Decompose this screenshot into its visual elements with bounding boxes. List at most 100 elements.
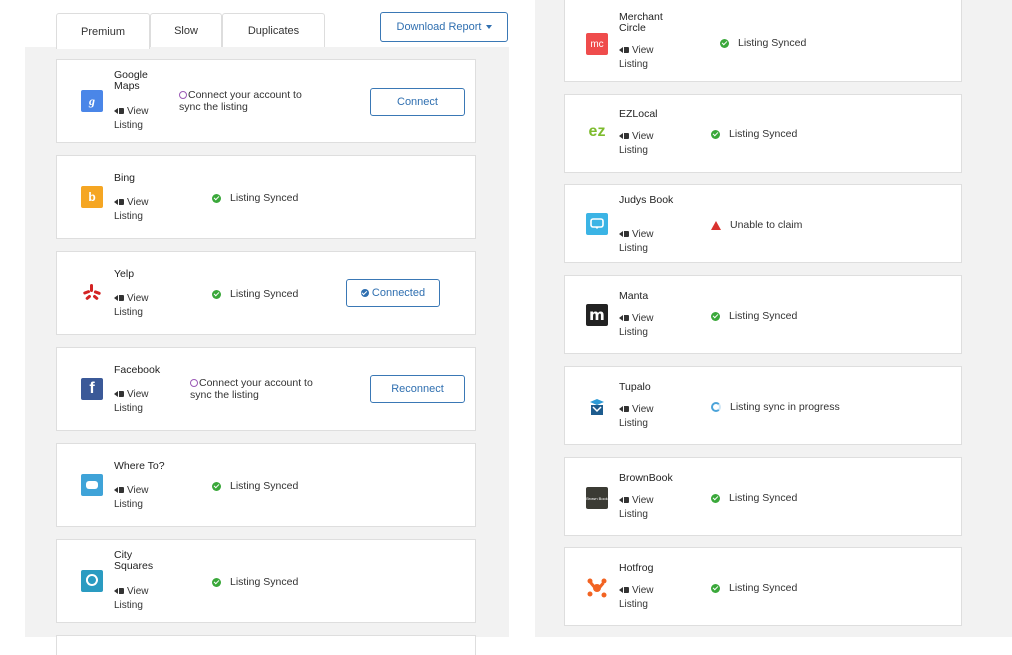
view-listing-link[interactable]: View Listing bbox=[619, 584, 669, 612]
check-circle-icon bbox=[212, 577, 221, 587]
listing-status: Listing Synced bbox=[212, 576, 298, 588]
listing-card-manta: m Manta View Listing Listing Synced bbox=[564, 275, 962, 354]
view-listing-link[interactable]: View Listing bbox=[619, 494, 669, 522]
listing-status: Listing Synced bbox=[711, 310, 797, 322]
listing-card-partial bbox=[56, 635, 476, 655]
view-listing-link[interactable]: View Listing bbox=[114, 105, 164, 133]
warning-icon bbox=[711, 220, 721, 230]
view-listing-link[interactable]: View Listing bbox=[114, 585, 164, 613]
tag-icon bbox=[114, 487, 118, 494]
tag-icon bbox=[619, 587, 623, 594]
view-listing-link[interactable]: View Listing bbox=[114, 292, 164, 320]
spinner-icon bbox=[711, 402, 721, 412]
listing-card-yelp: Yelp View Listing Listing Synced Connect… bbox=[56, 251, 476, 335]
listing-name: Tupalo bbox=[619, 381, 651, 393]
tag-icon bbox=[114, 391, 118, 398]
tag-icon bbox=[619, 315, 623, 322]
listing-name: Hotfrog bbox=[619, 562, 654, 574]
check-circle-icon bbox=[711, 129, 720, 139]
check-circle-icon bbox=[711, 311, 720, 321]
plug-icon bbox=[179, 91, 187, 99]
google-maps-logo-icon: g bbox=[81, 90, 103, 112]
listing-name: Manta bbox=[619, 290, 649, 302]
tabs-bar: Premium Slow Duplicates Download Report bbox=[25, 0, 509, 49]
connect-message: Connect your account to sync the listing bbox=[190, 377, 313, 401]
listing-status: Listing Synced bbox=[711, 128, 797, 140]
check-circle-icon bbox=[212, 481, 221, 491]
listing-card-merchant-circle: mc Merchant Circle View Listing Listing … bbox=[564, 0, 962, 82]
listing-status: Listing Synced bbox=[212, 288, 298, 300]
view-listing-link[interactable]: View Listing bbox=[619, 403, 669, 431]
listing-name: Merchant Circle bbox=[619, 11, 663, 34]
merchant-circle-logo-icon: mc bbox=[586, 33, 608, 55]
bing-logo-icon: b bbox=[81, 186, 103, 208]
tag-icon bbox=[619, 133, 623, 140]
listing-card-facebook: f Facebook View Listing Connect your acc… bbox=[56, 347, 476, 431]
listings-list-right: mc Merchant Circle View Listing Listing … bbox=[535, 0, 1012, 637]
listing-status: Listing sync in progress bbox=[711, 401, 840, 413]
listing-status: Unable to claim bbox=[711, 219, 802, 231]
listing-name: Where To? bbox=[114, 460, 165, 472]
check-circle-icon bbox=[711, 493, 720, 503]
listing-name: Judys Book bbox=[619, 194, 674, 206]
listing-card-brownbook: Brown Book BrownBook View Listing Listin… bbox=[564, 457, 962, 536]
listing-name: Yelp bbox=[114, 268, 135, 280]
listing-name: BrownBook bbox=[619, 472, 673, 484]
view-listing-link[interactable]: View Listing bbox=[619, 130, 669, 158]
listing-card-hotfrog: Hotfrog View Listing Listing Synced bbox=[564, 547, 962, 626]
connect-button[interactable]: Connect bbox=[370, 88, 465, 116]
listing-name: Facebook bbox=[114, 364, 161, 376]
listing-status: Listing Synced bbox=[711, 582, 797, 594]
view-listing-link[interactable]: View Listing bbox=[619, 228, 669, 256]
tag-icon bbox=[619, 406, 623, 413]
view-listing-link[interactable]: View Listing bbox=[114, 484, 164, 512]
listing-status: Listing Synced bbox=[212, 480, 298, 492]
listing-card-bing: b Bing View Listing Listing Synced bbox=[56, 155, 476, 239]
plug-icon bbox=[190, 379, 198, 387]
facebook-logo-icon: f bbox=[81, 378, 103, 400]
listing-card-tupalo: Tupalo View Listing Listing sync in prog… bbox=[564, 366, 962, 445]
download-report-label: Download Report bbox=[396, 21, 482, 33]
listing-card-judys-book: Judys Book View Listing Unable to claim bbox=[564, 184, 962, 263]
tag-icon bbox=[619, 47, 623, 54]
caret-down-icon bbox=[485, 25, 492, 29]
listings-list-left: g Google Maps View Listing Connect your … bbox=[25, 47, 509, 655]
listing-status: Listing Synced bbox=[212, 192, 298, 204]
listing-status: Listing Synced bbox=[711, 492, 797, 504]
tab-premium[interactable]: Premium bbox=[56, 13, 150, 49]
ezlocal-logo-icon: ez bbox=[586, 121, 608, 143]
view-listing-link[interactable]: View Listing bbox=[619, 312, 669, 340]
download-report-button[interactable]: Download Report bbox=[380, 12, 508, 42]
listing-name: Google Maps bbox=[114, 69, 148, 92]
tag-icon bbox=[619, 497, 623, 504]
left-panel: Premium Slow Duplicates Download Report … bbox=[25, 0, 509, 655]
tag-icon bbox=[114, 588, 118, 595]
tab-duplicates[interactable]: Duplicates bbox=[222, 13, 325, 47]
reconnect-button[interactable]: Reconnect bbox=[370, 375, 465, 403]
check-circle-icon bbox=[212, 289, 221, 299]
listing-name: City Squares bbox=[114, 549, 154, 572]
listing-name: Bing bbox=[114, 172, 136, 184]
check-circle-icon bbox=[360, 289, 369, 297]
brownbook-logo-icon: Brown Book bbox=[586, 487, 608, 509]
check-circle-icon bbox=[711, 583, 720, 593]
city-squares-logo-icon bbox=[81, 570, 103, 592]
tag-icon bbox=[114, 199, 118, 206]
judys-book-logo-icon bbox=[586, 213, 608, 235]
listing-card-ezlocal: ez EZLocal View Listing Listing Synced bbox=[564, 94, 962, 173]
listing-card-google-maps: g Google Maps View Listing Connect your … bbox=[56, 59, 476, 143]
connected-button[interactable]: Connected bbox=[346, 279, 440, 307]
tab-slow[interactable]: Slow bbox=[150, 13, 222, 47]
tag-icon bbox=[114, 295, 118, 302]
view-listing-link[interactable]: View Listing bbox=[114, 196, 164, 224]
where-to-logo-icon bbox=[81, 474, 103, 496]
tag-icon bbox=[619, 231, 623, 238]
hotfrog-logo-icon bbox=[586, 576, 608, 598]
tag-icon bbox=[114, 108, 118, 115]
listing-card-where-to: Where To? View Listing Listing Synced bbox=[56, 443, 476, 527]
listing-card-city-squares: City Squares View Listing Listing Synced bbox=[56, 539, 476, 623]
view-listing-link[interactable]: View Listing bbox=[619, 44, 669, 72]
connect-message: Connect your account to sync the listing bbox=[179, 89, 302, 113]
view-listing-link[interactable]: View Listing bbox=[114, 388, 164, 416]
tupalo-logo-icon bbox=[586, 395, 608, 417]
